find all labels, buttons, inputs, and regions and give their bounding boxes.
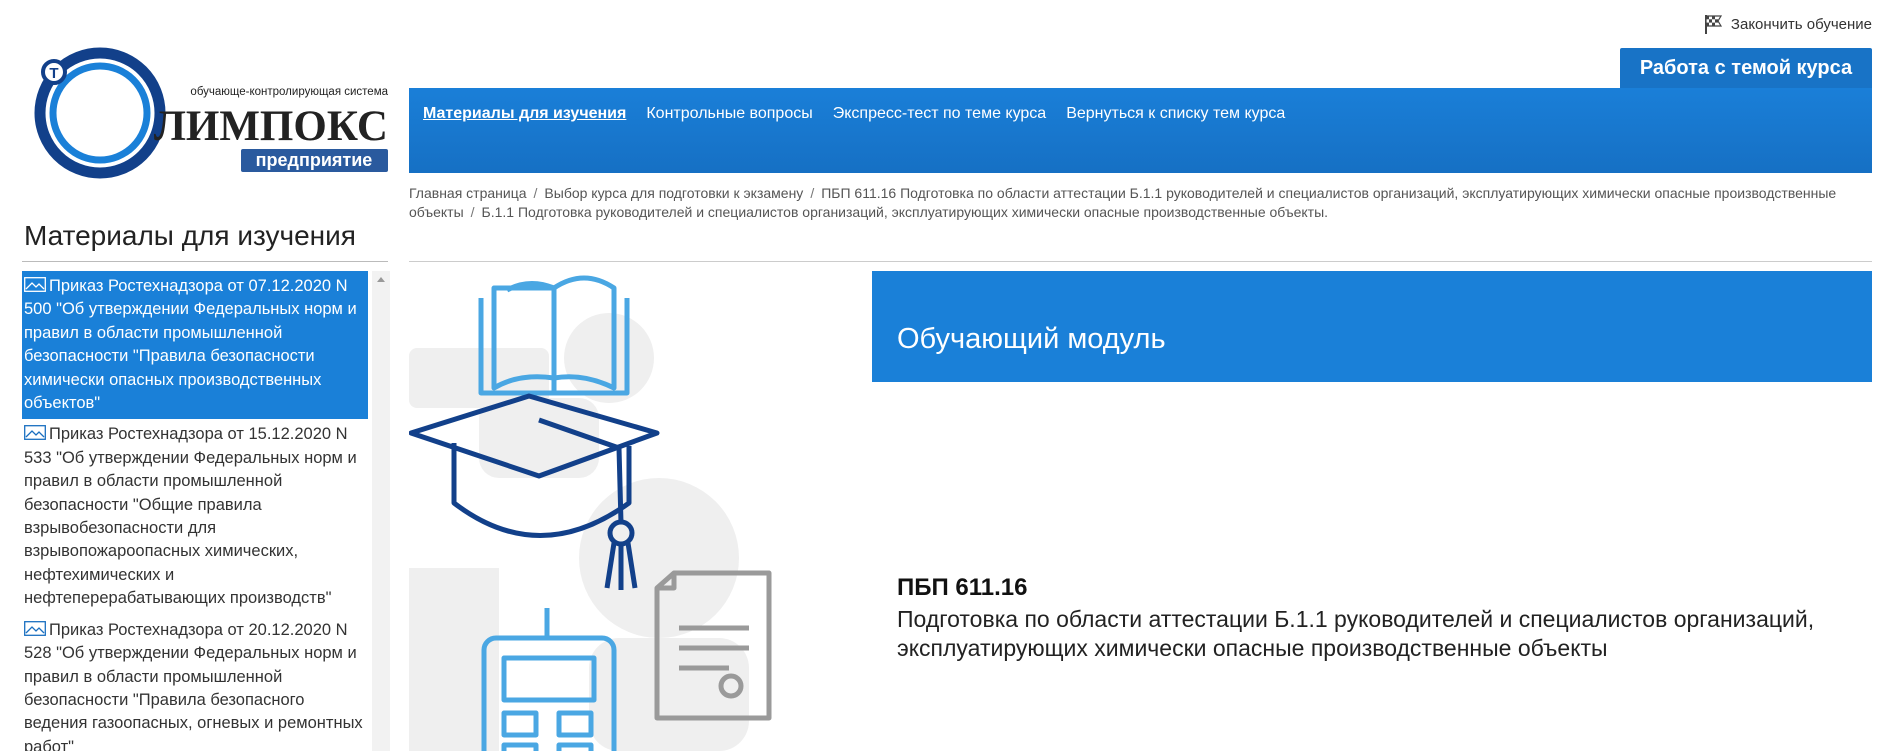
logo-badge: предприятие <box>256 150 373 170</box>
list-item[interactable]: Приказ Ростехнадзора от 07.12.2020 N 500… <box>22 271 368 420</box>
sidebar-title: Материалы для изучения <box>24 220 356 251</box>
main-nav-bar: Материалы для изучения Контрольные вопро… <box>409 88 1872 173</box>
document-image-icon <box>24 425 46 441</box>
nav-study-materials[interactable]: Материалы для изучения <box>423 105 626 123</box>
material-title: Приказ Ростехнадзора от 20.12.2020 N 528… <box>24 620 363 751</box>
svg-text:T: T <box>49 65 58 82</box>
nav-control-questions[interactable]: Контрольные вопросы <box>646 105 812 123</box>
logo-tagline: обучающе-контролирующая система <box>190 86 388 98</box>
list-item[interactable]: Приказ Ростехнадзора от 20.12.2020 N 528… <box>22 615 368 751</box>
scroll-up-arrow-icon[interactable] <box>377 277 385 282</box>
breadcrumb-current-topic: Б.1.1 Подготовка руководителей и специал… <box>481 204 1329 220</box>
material-title: Приказ Ростехнадзора от 07.12.2020 N 500… <box>24 277 357 413</box>
nav-back-to-topics[interactable]: Вернуться к списку тем курса <box>1066 105 1285 123</box>
sidebar-divider <box>22 261 388 262</box>
olimpoks-logo: T обучающе-контролирующая система ЛИМПОК… <box>20 46 390 180</box>
finish-training-link[interactable]: Закончить обучение <box>1701 12 1872 36</box>
nav-express-test[interactable]: Экспресс-тест по теме курса <box>833 105 1046 123</box>
document-image-icon <box>24 277 46 292</box>
checkered-flag-icon <box>1704 15 1722 34</box>
list-item[interactable]: Приказ Ростехнадзора от 15.12.2020 N 533… <box>22 419 368 614</box>
module-banner-title: Обучающий модуль <box>897 323 1166 355</box>
breadcrumb-home[interactable]: Главная страница <box>409 185 527 201</box>
logo-name: ЛИМПОКС <box>154 103 388 150</box>
course-code: ПБП 611.16 <box>897 574 1028 601</box>
materials-list: Приказ Ростехнадзора от 07.12.2020 N 500… <box>22 271 390 751</box>
course-description: Подготовка по области аттестации Б.1.1 р… <box>897 606 1815 661</box>
breadcrumb-course-select[interactable]: Выбор курса для подготовки к экзамену <box>544 185 803 201</box>
materials-scrollbar[interactable] <box>372 271 390 751</box>
finish-training-label: Закончить обучение <box>1730 15 1872 33</box>
document-image-icon <box>24 620 46 636</box>
module-banner: Обучающий модуль <box>872 271 1872 382</box>
module-illustration <box>409 268 829 751</box>
module-description: ПБП 611.16 Подготовка по области аттеста… <box>897 574 1857 663</box>
tab-course-topic-label: Работа с темой курса <box>1639 56 1853 79</box>
material-title: Приказ Ростехнадзора от 15.12.2020 N 533… <box>24 425 357 608</box>
tab-course-topic[interactable]: Работа с темой курса <box>1620 48 1872 88</box>
breadcrumb: Главная страница / Выбор курса для подгото… <box>409 185 1837 220</box>
content-divider <box>409 261 1872 262</box>
main-nav: Материалы для изучения Контрольные вопро… <box>423 105 1285 123</box>
